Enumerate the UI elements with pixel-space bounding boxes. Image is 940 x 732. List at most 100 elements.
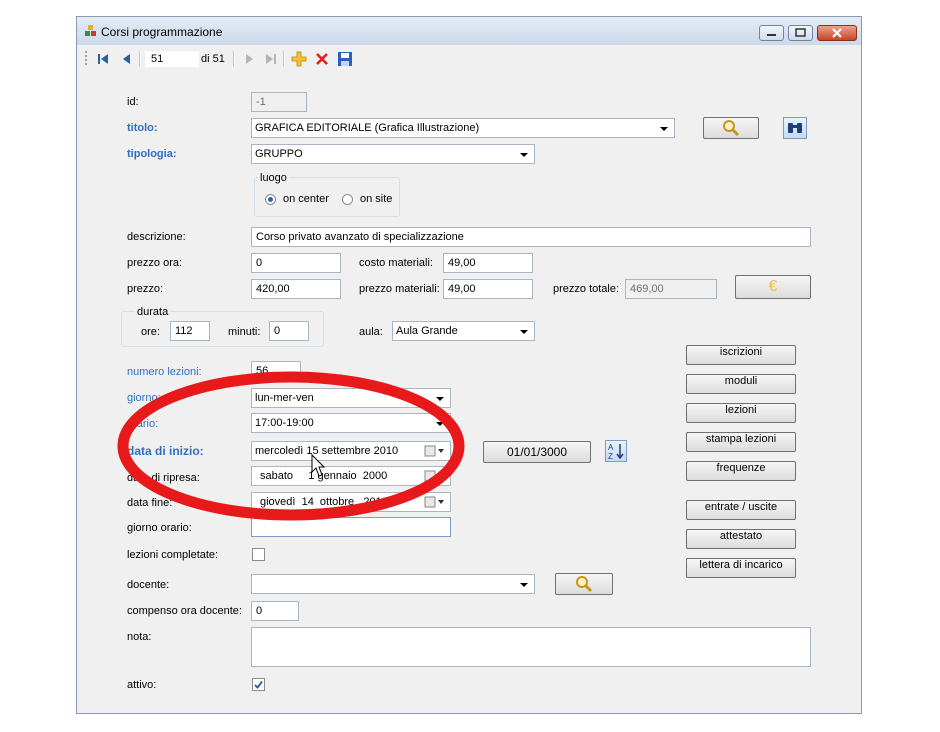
toolbar-grip: [85, 51, 87, 65]
sort-az-button[interactable]: A Z: [605, 440, 627, 462]
data-inizio-picker[interactable]: mercoledì 15 settembre 2010: [251, 441, 451, 461]
titolo-value: GRAFICA EDITORIALE (Grafica Illustrazion…: [255, 122, 480, 134]
data-fine-value: giovedì 14 ottobre 2010: [260, 496, 388, 508]
lezioni-completate-label: lezioni completate:: [127, 549, 219, 561]
aula-combo[interactable]: Aula Grande: [392, 321, 535, 341]
app-window: Corsi programmazione di 51: [76, 16, 862, 714]
chevron-down-icon: [660, 127, 668, 131]
docente-search-button[interactable]: [555, 573, 613, 595]
frequenze-button[interactable]: frequenze: [686, 461, 796, 481]
stampa-lezioni-button[interactable]: stampa lezioni: [686, 432, 796, 452]
chevron-down-icon: [520, 583, 528, 587]
nota-label: nota:: [127, 631, 152, 643]
titolo-combo[interactable]: GRAFICA EDITORIALE (Grafica Illustrazion…: [251, 118, 675, 138]
date-3000-button[interactable]: 01/01/3000: [483, 441, 591, 463]
attestato-button[interactable]: attestato: [686, 529, 796, 549]
maximize-button[interactable]: [788, 25, 813, 41]
sort-az-icon: A Z: [608, 443, 624, 461]
radio-on-center[interactable]: [265, 194, 276, 205]
data-fine-picker[interactable]: giovedì 14 ottobre 2010: [251, 492, 451, 512]
prezzo-materiali-field[interactable]: 49,00: [443, 279, 533, 299]
svg-text:Z: Z: [608, 452, 613, 461]
data-fine-label: data fine:: [127, 497, 173, 509]
entrate-uscite-button[interactable]: entrate / uscite: [686, 500, 796, 520]
calendar-dropdown-icon: [424, 496, 444, 508]
minuti-label: minuti:: [228, 326, 261, 338]
calendar-dropdown-icon: [424, 445, 444, 457]
attivo-label: attivo:: [127, 679, 157, 691]
position-input[interactable]: [145, 51, 199, 67]
window-title: Corsi programmazione: [101, 25, 223, 39]
radio-on-center-label: on center: [283, 193, 329, 205]
add-new-icon[interactable]: [291, 51, 307, 67]
binoculars-button[interactable]: [783, 117, 807, 139]
compenso-field[interactable]: 0: [251, 601, 299, 621]
euro-button[interactable]: €: [735, 275, 811, 299]
move-first-icon[interactable]: [95, 51, 111, 67]
radio-on-site[interactable]: [342, 194, 353, 205]
lezioni-completate-checkbox[interactable]: [252, 548, 265, 561]
prezzo-totale-field: 469,00: [625, 279, 717, 299]
docente-combo[interactable]: [251, 574, 535, 594]
maximize-icon: [795, 28, 806, 37]
delete-icon[interactable]: [314, 51, 330, 67]
checkmark-icon: [254, 680, 263, 689]
attivo-checkbox[interactable]: [252, 678, 265, 691]
tipologia-label: tipologia:: [127, 148, 177, 160]
giorno-orario-field[interactable]: [251, 517, 451, 537]
minimize-icon: [767, 34, 776, 36]
ore-field[interactable]: 112: [170, 321, 210, 341]
data-ripresa-picker[interactable]: sabato 1 gennaio 2000: [251, 466, 451, 486]
chevron-down-icon: [520, 330, 528, 334]
chevron-down-icon: [436, 397, 444, 401]
titolo-search-button[interactable]: [703, 117, 759, 139]
save-icon[interactable]: [337, 51, 353, 67]
minimize-button[interactable]: [759, 25, 784, 41]
prezzo-field[interactable]: 420,00: [251, 279, 341, 299]
numero-lezioni-label: numero lezioni:: [127, 366, 202, 378]
giorno-label: giorno:: [127, 392, 161, 404]
lezioni-button[interactable]: lezioni: [686, 403, 796, 423]
id-field: -1: [251, 92, 307, 112]
record-count-label: di 51: [201, 53, 225, 65]
docente-label: docente:: [127, 579, 170, 591]
move-last-icon[interactable]: [263, 51, 279, 67]
prezzo-ora-field[interactable]: 0: [251, 253, 341, 273]
nota-field[interactable]: [251, 627, 811, 667]
lettera-incarico-button[interactable]: lettera di incarico: [686, 558, 796, 578]
descrizione-label: descrizione:: [127, 231, 186, 243]
svg-text:A: A: [608, 443, 614, 452]
costo-materiali-label: costo materiali:: [359, 257, 433, 269]
toolbar-separator: [233, 51, 235, 67]
giorno-value: lun-mer-ven: [255, 392, 314, 404]
prezzo-label: prezzo:: [127, 283, 164, 295]
tipologia-value: GRUPPO: [255, 148, 303, 160]
data-ripresa-label: data di ripresa:: [127, 472, 200, 484]
orario-combo[interactable]: 17:00-19:00: [251, 413, 451, 433]
calendar-dropdown-icon: [424, 470, 444, 482]
title-bar: Corsi programmazione: [77, 17, 861, 45]
chevron-down-icon: [520, 153, 528, 157]
iscrizioni-button[interactable]: iscrizioni: [686, 345, 796, 365]
costo-materiali-field[interactable]: 49,00: [443, 253, 533, 273]
magnifier-icon: [576, 576, 593, 593]
compenso-label: compenso ora docente:: [127, 605, 242, 617]
move-previous-icon[interactable]: [119, 51, 135, 67]
numero-lezioni-field[interactable]: 56: [251, 361, 301, 381]
close-icon: [832, 28, 842, 38]
close-button[interactable]: [817, 25, 857, 41]
moduli-button[interactable]: moduli: [686, 374, 796, 394]
radio-selected-dot: [268, 197, 273, 202]
giorno-combo[interactable]: lun-mer-ven: [251, 388, 451, 408]
data-inizio-value: mercoledì 15 settembre 2010: [255, 445, 399, 457]
toolbar-separator: [283, 51, 285, 67]
data-ripresa-value: sabato 1 gennaio 2000: [260, 470, 388, 482]
tipologia-combo[interactable]: GRUPPO: [251, 144, 535, 164]
minuti-field[interactable]: 0: [269, 321, 309, 341]
binoculars-icon: [788, 123, 802, 133]
giorno-orario-label: giorno orario:: [127, 522, 192, 534]
move-next-icon[interactable]: [241, 51, 257, 67]
descrizione-field[interactable]: Corso privato avanzato di specializzazio…: [251, 227, 811, 247]
aula-label: aula:: [359, 326, 383, 338]
data-inizio-label: data di inizio:: [127, 444, 204, 458]
